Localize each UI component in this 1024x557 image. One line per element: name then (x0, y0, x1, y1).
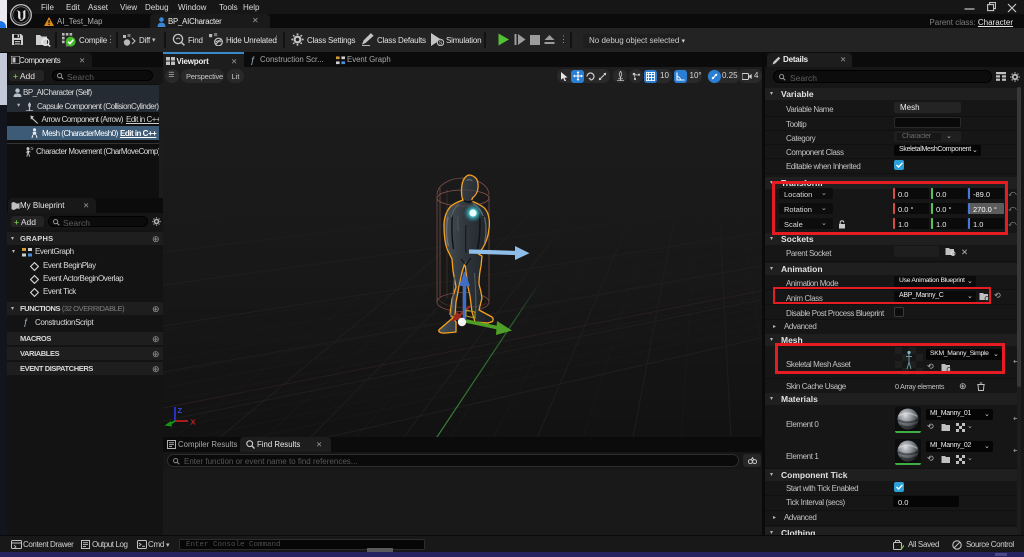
svg-text:Z: Z (178, 406, 183, 415)
svg-text:S: S (439, 41, 443, 46)
svg-text:X: X (191, 418, 196, 427)
